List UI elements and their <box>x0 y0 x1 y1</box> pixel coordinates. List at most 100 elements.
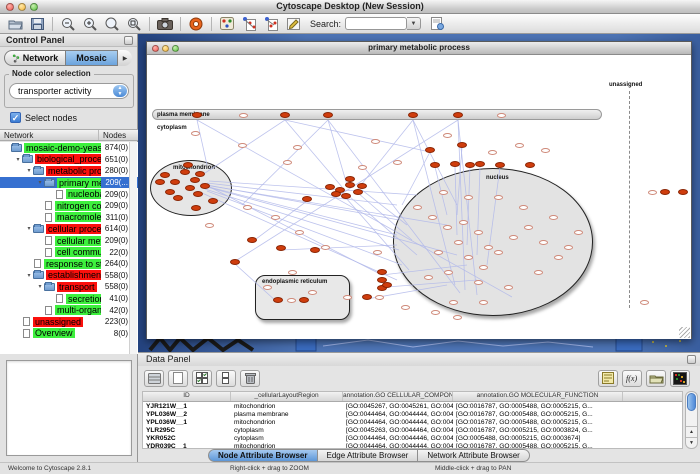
network-node[interactable] <box>191 131 200 136</box>
network-node[interactable] <box>534 270 543 275</box>
table-row[interactable]: YKR052Ccytoplasm[GO:0044464, GO:0044446,… <box>143 434 682 442</box>
column-header-c2[interactable]: annotation.GO CELLULAR_COMPONENT <box>343 392 453 401</box>
network-node[interactable] <box>464 195 473 200</box>
tree-row-cell-communicat[interactable]: cell communicat22(0) <box>0 246 138 258</box>
network-node-selected[interactable] <box>247 237 257 243</box>
unselect-attributes-icon[interactable] <box>216 370 236 387</box>
resize-grip[interactable] <box>679 327 690 338</box>
network-node-selected[interactable] <box>377 269 387 275</box>
disclosure-triangle[interactable]: ▾ <box>36 283 44 290</box>
tree-row-mosaic-demo-yeast[interactable]: mosaic-demo-yeast874(0) <box>0 142 138 154</box>
network-node[interactable] <box>271 215 280 220</box>
network-node-selected[interactable] <box>678 189 688 195</box>
select-columns-icon[interactable] <box>144 370 164 387</box>
function-builder-icon[interactable]: f(x) <box>622 370 642 387</box>
network-node[interactable] <box>484 245 493 250</box>
network-node[interactable] <box>464 255 473 260</box>
network-node[interactable] <box>238 143 247 148</box>
annotation-icon[interactable] <box>283 16 303 32</box>
network-node-selected[interactable] <box>453 112 463 118</box>
network-node-selected[interactable] <box>325 184 335 190</box>
tree-row-establishment-of-lo[interactable]: ▾establishment of lo558(0) <box>0 270 138 282</box>
snapshot-icon[interactable] <box>155 16 175 32</box>
tree-row-metabolic-process[interactable]: ▾metabolic process280(0) <box>0 165 138 177</box>
network-node-selected[interactable] <box>465 162 475 168</box>
network-node[interactable] <box>640 300 649 305</box>
network-window-titlebar[interactable]: primary metabolic process <box>147 42 691 55</box>
search-input[interactable] <box>345 17 407 30</box>
save-icon[interactable] <box>27 16 47 32</box>
new-attribute-icon[interactable] <box>168 370 188 387</box>
network-node[interactable] <box>443 133 452 138</box>
network-node-selected[interactable] <box>191 205 201 211</box>
network-node-selected[interactable] <box>362 294 372 300</box>
network-node[interactable] <box>393 160 402 165</box>
tree-row-cellular-metabo[interactable]: cellular metabo209(0) <box>0 235 138 247</box>
network-node[interactable] <box>401 305 410 310</box>
network-node[interactable] <box>444 270 453 275</box>
network-node-selected[interactable] <box>200 183 210 189</box>
network-node[interactable] <box>243 205 252 210</box>
disclosure-triangle[interactable]: ▾ <box>25 167 33 174</box>
network-node-selected[interactable] <box>299 297 309 303</box>
table-row[interactable]: YDR039C__1mitochondrion[GO:0044464, GO:0… <box>143 442 682 449</box>
network-node-selected[interactable] <box>408 112 418 118</box>
network-node-selected[interactable] <box>170 179 180 185</box>
network-node-selected[interactable] <box>185 185 195 191</box>
network-node[interactable] <box>443 225 452 230</box>
network-node-selected[interactable] <box>208 198 218 204</box>
select-attributes-icon[interactable] <box>192 370 212 387</box>
network-node[interactable] <box>574 230 583 235</box>
network-node-selected[interactable] <box>660 189 670 195</box>
layout-a-icon[interactable] <box>239 16 259 32</box>
tree-scrollbar[interactable] <box>129 142 137 354</box>
network-node-selected[interactable] <box>190 177 200 183</box>
zoom-fit-icon[interactable] <box>102 16 122 32</box>
network-node[interactable] <box>524 225 533 230</box>
network-node[interactable] <box>371 139 380 144</box>
table-row[interactable]: YPL036W__2plasma membrane[GO:0044464, GO… <box>143 410 682 418</box>
tree-row-nucleobase-[interactable]: nucleobase-209(0) <box>0 188 138 200</box>
open-icon[interactable] <box>5 16 25 32</box>
network-node-selected[interactable] <box>345 182 355 188</box>
scroll-down-arrow[interactable]: ▼ <box>686 437 697 448</box>
network-node-selected[interactable] <box>180 169 190 175</box>
tree-row-multi-organism-pro[interactable]: multi-organism pro42(0) <box>0 304 138 316</box>
network-node[interactable] <box>434 250 443 255</box>
table-scrollbar[interactable]: ▲ ▼ <box>685 391 698 449</box>
network-node[interactable] <box>439 190 448 195</box>
network-node[interactable] <box>373 250 382 255</box>
network-node[interactable] <box>564 245 573 250</box>
network-node[interactable] <box>358 165 367 170</box>
search-dropdown-arrow[interactable]: ▼ <box>407 17 421 30</box>
network-node[interactable] <box>428 215 437 220</box>
delete-attribute-icon[interactable] <box>240 370 260 387</box>
network-node[interactable] <box>321 245 330 250</box>
network-node-selected[interactable] <box>183 162 193 168</box>
network-node[interactable] <box>454 240 463 245</box>
network-node[interactable] <box>295 230 304 235</box>
network-node-selected[interactable] <box>425 147 435 153</box>
network-node-selected[interactable] <box>160 172 170 178</box>
tree-row-primary-metabo[interactable]: ▾primary metabo209(... <box>0 177 138 189</box>
network-node-selected[interactable] <box>273 297 283 303</box>
network-node-selected[interactable] <box>276 245 286 251</box>
network-node[interactable] <box>288 270 297 275</box>
network-node[interactable] <box>375 295 384 300</box>
tree-row-biological-process[interactable]: ▾biological_process651(0) <box>0 154 138 166</box>
network-node-selected[interactable] <box>302 196 312 202</box>
network-node-selected[interactable] <box>450 161 460 167</box>
tree-row-transport[interactable]: ▾transport558(0) <box>0 281 138 293</box>
network-node-selected[interactable] <box>323 112 333 118</box>
network-node[interactable] <box>459 220 468 225</box>
tree-row-macromolecule[interactable]: macromolecule311(0) <box>0 212 138 224</box>
network-node-selected[interactable] <box>357 183 367 189</box>
tab-network-attribute-browser[interactable]: Network Attribute Browser <box>418 449 529 462</box>
network-node[interactable] <box>424 275 433 280</box>
network-node-selected[interactable] <box>475 161 485 167</box>
column-header-c3[interactable]: annotation.GO MOLECULAR_FUNCTION <box>453 392 623 401</box>
tab-node-attribute-browser[interactable]: Node Attribute Browser <box>208 449 318 462</box>
disclosure-triangle[interactable]: ▾ <box>25 225 33 232</box>
tree-row-nitrogen-compo[interactable]: nitrogen compo209(0) <box>0 200 138 212</box>
annotation-note-icon[interactable] <box>598 370 618 387</box>
